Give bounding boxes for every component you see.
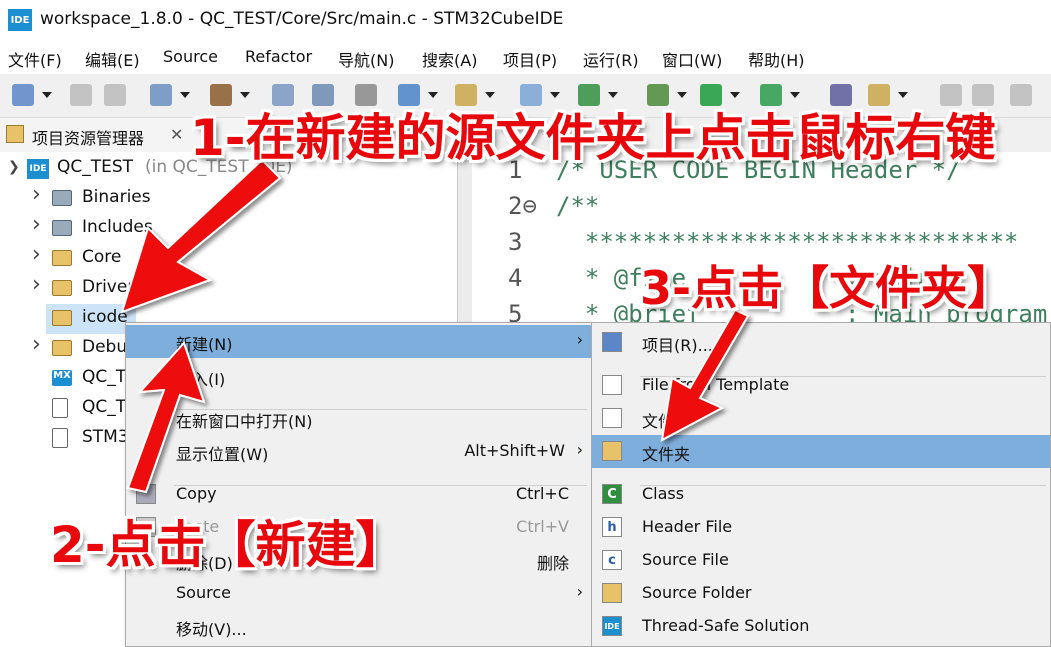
- arrow-2: [126, 341, 206, 494]
- annotation-step-2: 2-点击【新建】: [50, 516, 406, 574]
- annotation-step-3: 3-点击【文件夹】: [640, 261, 1014, 315]
- arrow-3: [660, 308, 750, 442]
- annotation-step-1: 1-在新建的源文件夹上点击鼠标右键: [190, 109, 996, 167]
- arrow-1: [120, 158, 282, 314]
